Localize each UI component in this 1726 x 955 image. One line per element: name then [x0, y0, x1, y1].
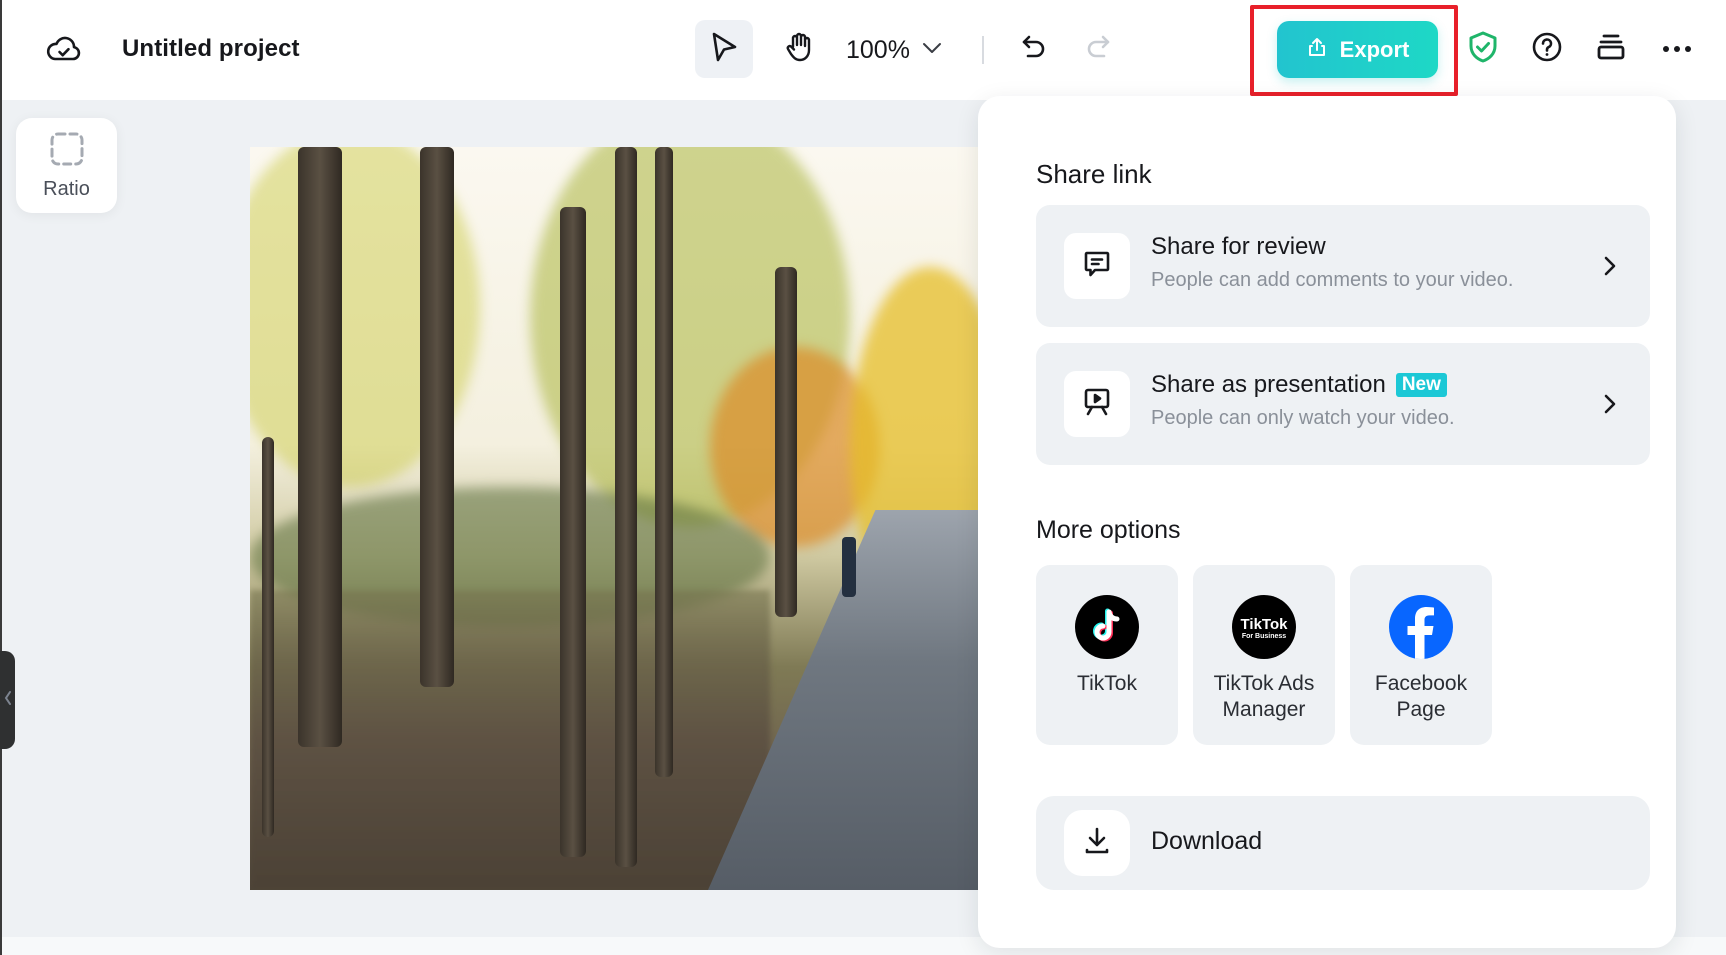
- layers-button[interactable]: [1590, 28, 1632, 70]
- row-title: Share as presentation New: [1151, 371, 1447, 399]
- top-toolbar: Untitled project 100% Export: [0, 0, 1726, 100]
- facebook-logo-icon: [1389, 595, 1453, 659]
- cursor-arrow-icon: [709, 31, 739, 68]
- tree-trunk: [298, 147, 342, 747]
- tiktok-business-logo-subtext: For Business: [1241, 633, 1287, 640]
- video-preview[interactable]: [250, 147, 978, 890]
- label-line: Facebook: [1374, 672, 1468, 695]
- download-option[interactable]: Download: [1036, 796, 1650, 890]
- export-label: Export: [1339, 36, 1410, 62]
- collapse-panel-handle[interactable]: [0, 651, 15, 749]
- zoom-level-value: 100%: [846, 35, 910, 64]
- tree-trunk: [420, 147, 454, 687]
- person-figure: [842, 537, 856, 597]
- label-line: TikTok Ads: [1213, 672, 1315, 695]
- facebook-page-option[interactable]: Facebook Page: [1350, 565, 1492, 745]
- window-left-edge: [0, 0, 2, 955]
- row-icon-container: [1064, 233, 1130, 299]
- tree-trunk: [262, 437, 274, 837]
- undo-icon: [1020, 33, 1048, 66]
- upload-icon: [1306, 36, 1328, 63]
- tree-trunk: [775, 267, 797, 617]
- row-icon-container: [1064, 810, 1130, 876]
- share-for-review-option[interactable]: Share for review People can add comments…: [1036, 205, 1650, 327]
- shield-check-icon: [1467, 30, 1499, 69]
- tiktok-option[interactable]: TikTok: [1036, 565, 1178, 745]
- tree-trunk: [615, 147, 637, 867]
- download-icon: [1082, 826, 1112, 861]
- share-for-review-title: Share for review: [1151, 233, 1326, 260]
- tiktok-ads-manager-option[interactable]: TikTok For Business TikTok Ads Manager: [1193, 565, 1335, 745]
- ratio-label: Ratio: [43, 177, 90, 200]
- row-icon-container: [1064, 371, 1130, 437]
- hand-tool-button[interactable]: [770, 20, 828, 78]
- project-title[interactable]: Untitled project: [122, 35, 300, 63]
- ratio-button[interactable]: Ratio: [16, 118, 117, 213]
- help-circle-icon: [1531, 31, 1563, 68]
- aspect-ratio-icon: [49, 131, 85, 172]
- redo-icon: [1084, 33, 1112, 66]
- new-badge: New: [1395, 373, 1447, 397]
- share-link-heading: Share link: [1036, 159, 1152, 189]
- tiktok-logo-icon: [1075, 595, 1139, 659]
- layers-icon: [1596, 32, 1626, 67]
- tree-trunk: [655, 147, 673, 777]
- tiktok-business-logo-icon: TikTok For Business: [1232, 595, 1296, 659]
- toolbar-divider: [982, 36, 984, 64]
- redo-button[interactable]: [1076, 27, 1120, 71]
- tiktok-label: TikTok: [1077, 672, 1137, 695]
- comment-icon: [1082, 249, 1112, 284]
- chevron-down-icon: [922, 41, 942, 59]
- tree-trunk: [560, 207, 586, 857]
- tiktok-business-logo-text: TikTok: [1240, 616, 1288, 633]
- help-button[interactable]: [1526, 28, 1568, 70]
- more-options-button[interactable]: [1656, 28, 1698, 70]
- security-button[interactable]: [1462, 28, 1504, 70]
- row-title: Share for review: [1151, 233, 1326, 261]
- select-tool-button[interactable]: [695, 20, 753, 78]
- share-as-presentation-subtitle: People can only watch your video.: [1151, 407, 1455, 429]
- share-as-presentation-option[interactable]: Share as presentation New People can onl…: [1036, 343, 1650, 465]
- hand-icon: [784, 31, 814, 68]
- cloud-check-icon[interactable]: [46, 32, 82, 68]
- tiktok-ads-manager-label: TikTok Ads Manager: [1214, 671, 1315, 723]
- label-line: Manager: [1222, 698, 1306, 721]
- chevron-left-icon: [4, 690, 12, 711]
- more-horizontal-icon: [1662, 40, 1692, 58]
- share-as-presentation-title: Share as presentation: [1151, 371, 1386, 398]
- zoom-level-dropdown[interactable]: 100%: [846, 30, 942, 70]
- undo-button[interactable]: [1012, 27, 1056, 71]
- chevron-right-icon: [1600, 390, 1620, 418]
- presentation-icon: [1082, 387, 1112, 422]
- label-line: Page: [1396, 698, 1446, 721]
- download-label: Download: [1151, 827, 1263, 855]
- more-options-heading: More options: [1036, 516, 1181, 544]
- chevron-right-icon: [1600, 252, 1620, 280]
- share-for-review-subtitle: People can add comments to your video.: [1151, 269, 1514, 291]
- export-button[interactable]: Export: [1277, 21, 1438, 78]
- export-share-panel: Share link Share for review People can a…: [978, 96, 1676, 948]
- facebook-page-label: Facebook Page: [1375, 671, 1467, 723]
